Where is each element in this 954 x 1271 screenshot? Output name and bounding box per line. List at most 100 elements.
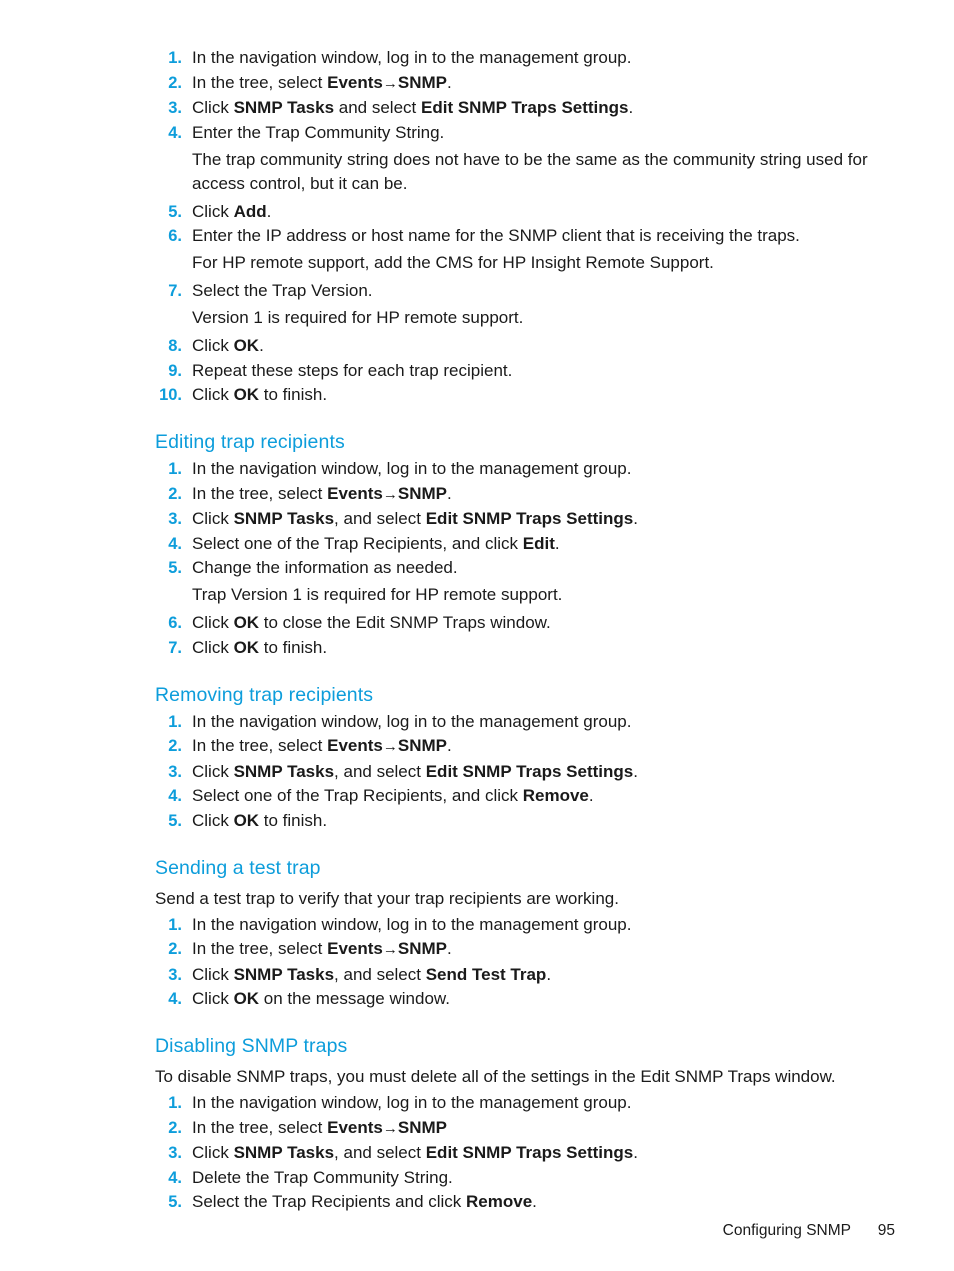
step-text: In the navigation window, log in to the … <box>192 457 895 481</box>
step-item: 2. In the tree, select Events→SNMP. <box>155 71 895 96</box>
section-intro-disabling-snmp-traps: To disable SNMP traps, you must delete a… <box>155 1067 836 1086</box>
step-item: 2. In the tree, select Events→SNMP <box>155 1116 895 1141</box>
step-list-editing-trap-recipients: 1. In the navigation window, log in to th… <box>155 457 895 660</box>
step-note: The trap community string does not have … <box>192 149 868 193</box>
step-note: For HP remote support, add the CMS for H… <box>192 253 714 272</box>
step-item: 4. Select one of the Trap Recipients, and… <box>155 532 895 556</box>
arrow-icon: → <box>382 738 398 755</box>
step-number: 1. <box>168 915 182 934</box>
step-list-sending-a-test-trap: 1. In the navigation window, log in to th… <box>155 913 895 1012</box>
step-note: Trap Version 1 is required for HP remote… <box>192 585 563 604</box>
step-text-run: to finish. <box>259 637 328 657</box>
step-item: 1. In the navigation window, log in to th… <box>155 913 895 937</box>
ui-label: Events <box>327 1117 383 1137</box>
ui-label: Edit <box>522 533 555 553</box>
ui-label: OK <box>233 336 260 355</box>
step-text-run: . <box>259 336 264 355</box>
step-text-run: Repeat these steps for each trap recipie… <box>192 360 513 380</box>
step-number: 3. <box>168 1144 182 1162</box>
step-text-run: . <box>554 533 560 553</box>
step-text-run: Delete the Trap Community String. <box>192 1167 453 1187</box>
step-text-run: Select the Trap Version. <box>192 281 373 300</box>
step-text-run: In the tree, select <box>192 1117 328 1137</box>
step-item: 5. Click OK to finish. <box>155 809 895 833</box>
step-number: 1. <box>168 460 182 478</box>
step-text: Repeat these steps for each trap recipie… <box>192 359 895 383</box>
step-text-run: Click <box>192 637 234 657</box>
step-item: 4. Delete the Trap Community String. <box>155 1166 895 1190</box>
ui-label: SNMP <box>397 1117 448 1137</box>
step-list-adding-trap-recipients: 1. In the navigation window, log in to th… <box>155 46 895 407</box>
step-item: 1. In the navigation window, log in to th… <box>155 1091 895 1115</box>
step-text: In the navigation window, log in to the … <box>192 1091 895 1115</box>
step-text-run: Click <box>192 989 234 1008</box>
step-number: 1. <box>168 712 182 731</box>
step-text-run: In the tree, select <box>192 736 328 755</box>
step-text: In the navigation window, log in to the … <box>192 46 895 70</box>
step-text-run: In the tree, select <box>192 939 328 958</box>
step-text: Click OK to finish. <box>192 809 895 833</box>
ui-label: OK <box>233 810 260 830</box>
arrow-icon: → <box>382 485 398 503</box>
step-text: Select the Trap Version. <box>192 279 895 303</box>
ui-label: SNMP Tasks <box>233 98 335 117</box>
step-item: 2. In the tree, select Events→SNMP. <box>155 937 895 962</box>
section-heading-removing-trap-recipients: Removing trap recipients <box>155 683 374 706</box>
step-text: Click OK to finish. <box>192 383 895 407</box>
step-text-run: Click <box>192 613 234 632</box>
step-text-run: Select one of the Trap Recipients, and c… <box>192 533 523 553</box>
step-text-run: . <box>633 509 638 528</box>
step-number: 5. <box>168 202 182 221</box>
step-item: 5. Change the information as needed. Trap … <box>155 556 895 607</box>
ui-label: OK <box>233 385 260 404</box>
section-heading-sending-a-test-trap: Sending a test trap <box>155 856 321 879</box>
ui-label: Edit SNMP Traps Settings <box>421 98 629 117</box>
ui-label: Edit SNMP Traps Settings <box>425 1143 634 1162</box>
step-number: 4. <box>168 990 182 1008</box>
ui-label: Events <box>327 72 383 92</box>
step-text-run: . <box>546 964 552 984</box>
step-item: 3. Click SNMP Tasks, and select Send Test… <box>155 963 895 987</box>
step-text-run: , and select <box>334 1143 426 1162</box>
footer-chapter-label: Configuring SNMP <box>722 1222 851 1239</box>
step-text-run: . <box>633 761 638 781</box>
step-text: Click SNMP Tasks, and select Edit SNMP T… <box>192 1141 895 1165</box>
step-text: Click SNMP Tasks, and select Edit SNMP T… <box>192 760 895 784</box>
step-text-run: Click <box>192 761 234 781</box>
page-content: 1. In the navigation window, log in to th… <box>155 44 895 1215</box>
step-item: 8. Click OK. <box>155 334 895 358</box>
ui-label: OK <box>233 637 260 657</box>
step-number: 2. <box>168 73 182 92</box>
step-text: Click OK on the message window. <box>192 987 895 1011</box>
arrow-icon: → <box>382 1119 398 1137</box>
step-text-run: Enter the IP address or host name for th… <box>192 226 800 245</box>
step-number: 2. <box>168 737 182 755</box>
step-text: In the tree, select Events→SNMP. <box>192 71 895 96</box>
step-number: 1. <box>168 1094 182 1112</box>
step-text-run: Click <box>192 201 234 221</box>
step-number: 6. <box>168 614 182 632</box>
step-item: 3. Click SNMP Tasks, and select Edit SNMP… <box>155 1141 895 1165</box>
step-item: 4. Click OK on the message window. <box>155 987 895 1011</box>
step-item: 6. Enter the IP address or host name for … <box>155 224 895 275</box>
step-text-run: In the navigation window, log in to the … <box>192 711 632 731</box>
step-text-run: . <box>588 786 594 805</box>
page-footer: Configuring SNMP 95 <box>0 1222 954 1240</box>
ui-label: Events <box>327 483 383 503</box>
section-heading-disabling-snmp-traps: Disabling SNMP traps <box>155 1035 348 1057</box>
step-number: 3. <box>168 510 182 528</box>
ui-label: SNMP <box>397 72 448 92</box>
step-number: 5. <box>168 559 182 577</box>
step-text-run: . <box>447 72 452 92</box>
step-text: Click SNMP Tasks and select Edit SNMP Tr… <box>192 96 895 120</box>
ui-label: Send Test Trap <box>425 964 547 984</box>
step-text: Click SNMP Tasks, and select Send Test T… <box>192 963 895 987</box>
step-number: 3. <box>168 965 182 984</box>
step-text-run: . <box>447 939 452 958</box>
step-list-removing-trap-recipients: 1. In the navigation window, log in to th… <box>155 710 895 833</box>
section-heading-editing-trap-recipients: Editing trap recipients <box>155 431 345 453</box>
step-number: 2. <box>168 484 182 503</box>
step-text-run: . <box>633 1143 638 1162</box>
step-text-run: In the navigation window, log in to the … <box>192 48 632 67</box>
step-item: 3. Click SNMP Tasks and select Edit SNMP … <box>155 96 895 120</box>
